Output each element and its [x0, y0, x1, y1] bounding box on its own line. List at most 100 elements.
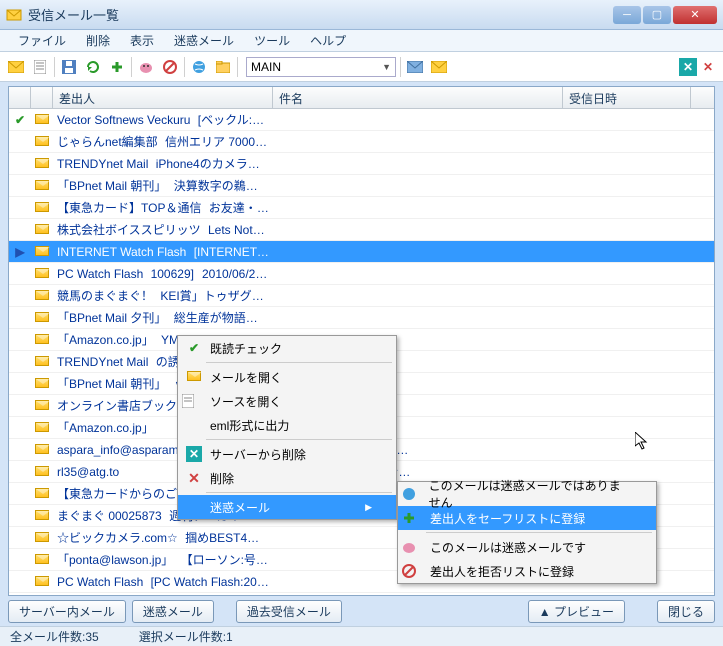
- row-sender: じゃらんnet編集部 信州エリア 7000円から泊まれる人気16宿のお得プラン【…: [53, 133, 273, 150]
- row-sender: TRENDYnet Mail iPhone4のカメラは写りすぎる？／実力点検！V…: [53, 155, 273, 172]
- menu-item[interactable]: このメールは迷惑メールです: [398, 535, 656, 559]
- row-subject: [INTERNET Watch Flash:20100629]: [190, 245, 273, 259]
- menu-separator: [206, 362, 392, 363]
- menu-item-icon: ✔: [182, 341, 206, 355]
- mail-row[interactable]: 【東急カード】TOP＆通信 お友達・ご家族を紹介してTOKYUポイントをもらおう…: [9, 197, 714, 219]
- ban-icon[interactable]: [160, 57, 180, 77]
- envelope-icon: [31, 157, 53, 171]
- delete-server-button[interactable]: ✕: [679, 58, 697, 76]
- menu-delete[interactable]: 削除: [76, 30, 120, 51]
- maximize-button[interactable]: ▢: [643, 6, 671, 24]
- menu-item-label: 削除: [206, 470, 234, 487]
- save-icon[interactable]: [59, 57, 79, 77]
- menu-item[interactable]: このメールは迷惑メールではありません: [398, 482, 656, 506]
- preview-button[interactable]: ▲ プレビュー: [528, 600, 625, 623]
- spam-mail-button[interactable]: 迷惑メール: [132, 600, 214, 623]
- mail-row[interactable]: ✔ Vector Softnews Veckuru [ベックル:2010.06.2…: [9, 109, 714, 131]
- spam-icon[interactable]: [136, 57, 156, 77]
- delete-button[interactable]: ✕: [699, 58, 717, 76]
- server-mail-button[interactable]: サーバー内メール: [8, 600, 126, 623]
- envelope-icon: [31, 311, 53, 325]
- menu-separator: [426, 532, 652, 533]
- app-icon: [6, 7, 22, 23]
- row-status-icon: ✔: [9, 113, 31, 127]
- menu-item-icon: [402, 564, 426, 578]
- status-total: 全メール件数:35: [10, 628, 99, 645]
- menu-file[interactable]: ファイル: [8, 30, 76, 51]
- doc-icon[interactable]: [30, 57, 50, 77]
- separator: [184, 57, 185, 77]
- refresh-icon[interactable]: [83, 57, 103, 77]
- context-submenu: このメールは迷惑メールではありません差出人をセーフリストに登録このメールは迷惑メ…: [397, 481, 657, 584]
- col-subject[interactable]: 件名: [273, 87, 563, 108]
- envelope-icon: [31, 289, 53, 303]
- menu-item-label: メールを開く: [206, 369, 282, 386]
- add-icon[interactable]: [107, 57, 127, 77]
- menu-item[interactable]: ✔既読チェック: [178, 336, 396, 360]
- menu-item[interactable]: メールを開く: [178, 365, 396, 389]
- envelope-icon: [31, 487, 53, 501]
- col-sender[interactable]: 差出人: [53, 87, 273, 108]
- mail-row[interactable]: PC Watch Flash 100629]2010/06/28 19:28: [9, 263, 714, 285]
- menu-item[interactable]: 迷惑メール ▶: [178, 495, 396, 519]
- menu-help[interactable]: ヘルプ: [300, 30, 356, 51]
- row-sender: PC Watch Flash [PC Watch Flash:20100626]…: [53, 575, 273, 589]
- menu-item-label: ソースを開く: [206, 393, 281, 410]
- past-mail-button[interactable]: 過去受信メール: [236, 600, 342, 623]
- envelope-icon: [31, 443, 53, 457]
- col-envelope[interactable]: [31, 87, 53, 108]
- row-subject: [ベックル:2010.06.29] 独自の新形式「EGG」を含む40種類の…: [194, 113, 273, 127]
- window-title: 受信メール一覧: [28, 5, 611, 24]
- menu-tools[interactable]: ツール: [244, 30, 300, 51]
- menu-item[interactable]: eml形式に出力: [178, 413, 396, 437]
- account-combo[interactable]: MAIN ▼: [246, 57, 396, 77]
- row-subject: 掴めBEST4！お買い得品満載のウィークエンドセール実施中…: [181, 531, 273, 545]
- context-menu: ✔既読チェックメールを開くソースを開くeml形式に出力✕サーバーから削除✕削除迷…: [177, 335, 397, 520]
- mail-all-icon[interactable]: [429, 57, 449, 77]
- menu-view[interactable]: 表示: [120, 30, 164, 51]
- status-selected: 選択メール件数:1: [139, 628, 233, 645]
- menu-item-label: このメールは迷惑メールです: [426, 539, 586, 556]
- menu-item[interactable]: ✕削除: [178, 466, 396, 490]
- mail-row[interactable]: 「BPnet Mail 夕刊」 総生産が物語る「失われた20年」 [ B…201…: [9, 307, 714, 329]
- row-sender: Vector Softnews Veckuru [ベックル:2010.06.29…: [53, 111, 273, 128]
- row-sender: 「ponta@lawson.jp」 【ローソン:号外】現金１，０００万円・3D …: [53, 551, 273, 568]
- col-date[interactable]: 受信日時: [563, 87, 691, 108]
- menu-item-label: 迷惑メール: [206, 499, 270, 516]
- row-date: [162, 421, 170, 435]
- row-status-icon: ▶: [9, 245, 31, 259]
- envelope-icon: [31, 333, 53, 347]
- mail-row[interactable]: 「BPnet Mail 朝刊」 決算数字の鵜呑みは危険、自分なりの疑問や仮説が重…: [9, 175, 714, 197]
- submenu-arrow-icon: ▶: [365, 502, 372, 513]
- menu-item[interactable]: 差出人を拒否リストに登録: [398, 559, 656, 583]
- close-dialog-button[interactable]: 閉じる: [657, 600, 715, 623]
- menu-spam[interactable]: 迷惑メール: [164, 30, 244, 51]
- minimize-button[interactable]: ─: [613, 6, 641, 24]
- row-subject: Lets Noteとのセットキャンペーンのお知らせ: [204, 223, 273, 237]
- envelope-icon: [31, 223, 53, 237]
- close-button[interactable]: ✕: [673, 6, 717, 24]
- statusbar: 全メール件数:35 選択メール件数:1: [0, 626, 723, 646]
- row-subject: 【ローソン:号外】現金１，０００万円・3D VIERA・沖縄ツア…: [177, 553, 273, 567]
- mail-row[interactable]: 株式会社ボイススピリッツ Lets Noteとのセットキャンペーンのお知らせ20…: [9, 219, 714, 241]
- mail-filter-icon[interactable]: [405, 57, 425, 77]
- row-subject: 100629]: [147, 267, 198, 281]
- globe-icon[interactable]: [189, 57, 209, 77]
- menu-item[interactable]: ✕サーバーから削除: [178, 442, 396, 466]
- mail-icon[interactable]: [6, 57, 26, 77]
- envelope-icon: [31, 135, 53, 149]
- menu-item-label: 既読チェック: [206, 340, 282, 357]
- mail-row[interactable]: ▶INTERNET Watch Flash [INTERNET Watch Fl…: [9, 241, 714, 263]
- chevron-down-icon: ▼: [382, 62, 391, 72]
- mail-row[interactable]: 競馬のまぐまぐ！ KEI賞」トゥザグローリー、重賞初制覇…2010/06/28 …: [9, 285, 714, 307]
- row-sender: 「BPnet Mail 朝刊」 決算数字の鵜呑みは危険、自分なりの疑問や仮説が重…: [53, 177, 273, 194]
- row-sender: 競馬のまぐまぐ！ KEI賞」トゥザグローリー、重賞初制覇…2010/06/28 …: [53, 287, 273, 304]
- envelope-icon: [31, 179, 53, 193]
- folder-icon[interactable]: [213, 57, 233, 77]
- mail-row[interactable]: TRENDYnet Mail iPhone4のカメラは写りすぎる？／実力点検！V…: [9, 153, 714, 175]
- row-subject: 信州エリア 7000円から泊まれる人気16宿のお得プラン【臨時…: [161, 135, 273, 149]
- separator: [237, 57, 238, 77]
- col-status[interactable]: [9, 87, 31, 108]
- mail-row[interactable]: じゃらんnet編集部 信州エリア 7000円から泊まれる人気16宿のお得プラン【…: [9, 131, 714, 153]
- menu-item[interactable]: ソースを開く: [178, 389, 396, 413]
